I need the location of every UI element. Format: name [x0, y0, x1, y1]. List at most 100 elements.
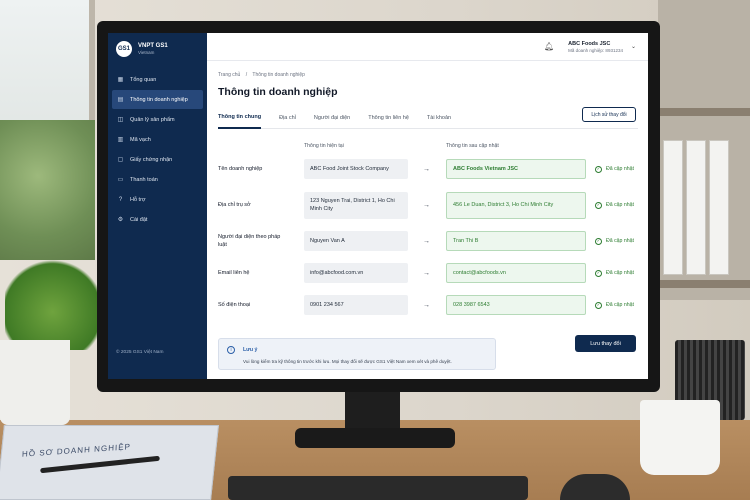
gear-icon: ⚙: [117, 217, 124, 223]
binder: [686, 140, 706, 275]
company-name: ABC Foods JSC: [568, 40, 611, 47]
help-icon: ?: [118, 196, 123, 203]
breadcrumb-home[interactable]: Trang chủ: [218, 72, 240, 78]
status-text: Đã cập nhật: [606, 202, 634, 208]
account-menu[interactable]: ABC Foods JSC Mã doanh nghiệp: 8931234: [568, 41, 623, 53]
shelf-board: [658, 280, 750, 288]
sidebar-item-support[interactable]: ? Hỗ trợ: [108, 190, 207, 209]
sidebar-item-label: Giấy chứng nhận: [130, 156, 173, 163]
tab-representative[interactable]: Người đại diện: [314, 107, 350, 129]
monitor-stand: [345, 392, 400, 432]
breadcrumb-separator: /: [245, 72, 248, 78]
sidebar-item-label: Thông tin doanh nghiệp: [130, 96, 188, 103]
coffee-mug: [640, 400, 720, 475]
info-icon: i: [227, 346, 235, 354]
table-row: Người đại diện theo pháp luật Nguyen Van…: [218, 227, 636, 255]
status-badge: ✓ Đã cập nhật: [595, 165, 634, 173]
copyright: © 2025 GS1 Việt Nam: [116, 350, 164, 355]
check-circle-icon: ✓: [595, 301, 602, 309]
current-value: ABC Food Joint Stock Company: [304, 159, 408, 179]
building-icon: ▤: [117, 97, 124, 103]
tab-account[interactable]: Tài khoản: [427, 107, 451, 129]
check-circle-icon: ✓: [595, 201, 602, 209]
sidebar-item-products[interactable]: ◫ Quản lý sản phẩm: [108, 110, 207, 129]
sidebar-item-label: Cài đặt: [130, 216, 148, 223]
table-row: Email liên hệ info@abcfood.com.vn → cont…: [218, 259, 636, 287]
current-value: 123 Nguyen Trai, District 1, Ho Chi Minh…: [304, 191, 408, 219]
sidebar-item-label: Tổng quan: [130, 76, 157, 83]
sidebar-item-company-info[interactable]: ▤ Thông tin doanh nghiệp: [112, 90, 203, 109]
save-button[interactable]: Lưu thay đổi: [575, 335, 636, 352]
arrow-right-icon: →: [423, 201, 430, 209]
chevron-down-icon[interactable]: ⌄: [631, 43, 636, 50]
updated-value-field[interactable]: 456 Le Duan, District 3, Ho Chi Minh Cit…: [446, 191, 586, 219]
tab-contact-info[interactable]: Thông tin liên hệ: [368, 107, 409, 129]
arrow-right-icon: →: [423, 269, 430, 277]
status-text: Đã cập nhật: [606, 166, 634, 172]
status-badge: ✓ Đã cập nhật: [595, 269, 634, 277]
check-circle-icon: ✓: [595, 269, 602, 277]
table-row: Số điện thoại 0901 234 567 → 028 3987 65…: [218, 291, 636, 319]
check-circle-icon: ✓: [595, 165, 602, 173]
keyboard: [228, 476, 528, 500]
arrow-right-icon: →: [423, 237, 430, 245]
shelf-board: [658, 108, 750, 116]
current-value: Nguyen Van A: [304, 231, 408, 251]
brand-sub: Vietnam: [138, 50, 155, 55]
payment-icon: ▭: [117, 177, 124, 183]
current-value: 0901 234 567: [304, 295, 408, 315]
folder-label: HỒ SƠ DOANH NGHIỆP: [21, 442, 132, 459]
updated-value-field[interactable]: 028 3987 6543: [446, 295, 586, 315]
sidebar-item-barcodes[interactable]: ▥ Mã vạch: [108, 130, 207, 149]
sidebar-item-label: Hỗ trợ: [130, 196, 146, 203]
sidebar-item-label: Thanh toán: [130, 176, 158, 183]
binder: [663, 140, 683, 275]
sidebar-item-certificates[interactable]: ▢ Giấy chứng nhận: [108, 150, 207, 169]
table-row: Địa chỉ trụ sở 123 Nguyen Trai, District…: [218, 191, 636, 219]
status-badge: ✓ Đã cập nhật: [595, 201, 634, 209]
sidebar-item-settings[interactable]: ⚙ Cài đặt: [108, 210, 207, 229]
breadcrumb-current: Thông tin doanh nghiệp: [252, 72, 305, 78]
app-screen: GS1 VNPT GS1 Vietnam ▦ Tổng quan ▤ Thông t…: [108, 33, 648, 379]
note-text: Vui lòng kiểm tra kỹ thông tin trước khi…: [243, 359, 452, 364]
sidebar-item-label: Quản lý sản phẩm: [130, 116, 175, 123]
row-label: Tên doanh nghiệp: [218, 166, 263, 172]
row-label: Địa chỉ trụ sở: [218, 202, 251, 208]
updated-value-field[interactable]: Tran Thi B: [446, 231, 586, 251]
top-bar: 🔔︎ ABC Foods JSC Mã doanh nghiệp: 893123…: [207, 33, 648, 61]
arrow-right-icon: →: [423, 301, 430, 309]
bell-icon[interactable]: 🔔︎: [544, 42, 554, 51]
monitor-base: [295, 428, 455, 448]
background-window: [0, 0, 95, 260]
tab-bar: Thông tin chung Địa chỉ Người đại diện T…: [218, 107, 638, 129]
sidebar-item-payment[interactable]: ▭ Thanh toán: [108, 170, 207, 189]
dashboard-icon: ▦: [117, 77, 124, 83]
sidebar-nav: ▦ Tổng quan ▤ Thông tin doanh nghiệp ◫ Quản…: [108, 70, 207, 229]
check-circle-icon: ✓: [595, 237, 602, 245]
status-text: Đã cập nhật: [606, 270, 634, 276]
history-button[interactable]: Lịch sử thay đổi: [582, 107, 636, 122]
row-label: Người đại diện theo pháp luật: [218, 234, 281, 248]
barcode-icon: ▥: [117, 137, 124, 143]
updated-value-field[interactable]: ABC Foods Vietnam JSC: [446, 159, 586, 179]
arrow-right-icon: →: [423, 165, 430, 173]
updated-value-field[interactable]: contact@abcfoods.vn: [446, 263, 586, 283]
status-text: Đã cập nhật: [606, 302, 634, 308]
column-header-updated: Thông tin sau cập nhật: [446, 143, 499, 149]
note-title: Lưu ý: [243, 347, 258, 353]
background-shelf: [658, 0, 750, 300]
tab-general-info[interactable]: Thông tin chung: [218, 107, 262, 129]
status-badge: ✓ Đã cập nhật: [595, 301, 634, 309]
sidebar-item-overview[interactable]: ▦ Tổng quan: [108, 70, 207, 89]
sidebar-item-label: Mã vạch: [130, 136, 151, 143]
main-content: 🔔︎ ABC Foods JSC Mã doanh nghiệp: 893123…: [207, 33, 648, 379]
column-header-current: Thông tin hiện tại: [304, 143, 344, 149]
breadcrumb: Trang chủ / Thông tin doanh nghiệp: [218, 72, 305, 78]
company-id: Mã doanh nghiệp: 8931234: [568, 47, 623, 53]
brand: GS1 VNPT GS1 Vietnam: [108, 33, 207, 69]
status-badge: ✓ Đã cập nhật: [595, 237, 634, 245]
brand-name: VNPT GS1: [138, 43, 168, 49]
box-icon: ◫: [117, 117, 124, 123]
page-title: Thông tin doanh nghiệp: [218, 86, 338, 98]
tab-address[interactable]: Địa chỉ: [279, 107, 296, 129]
